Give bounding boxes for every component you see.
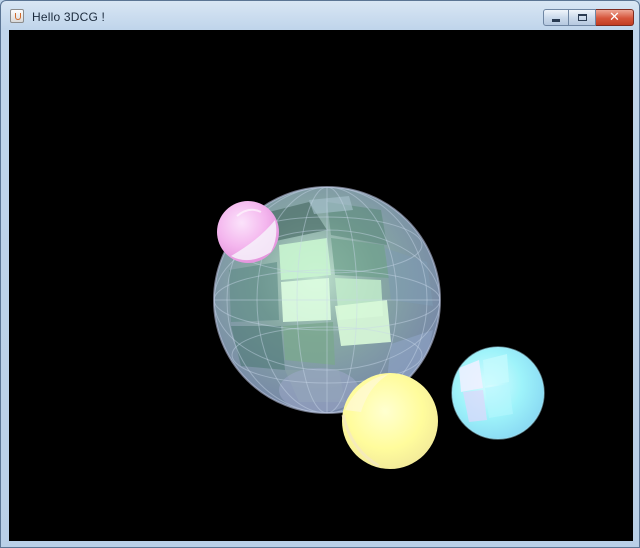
cyan-sphere <box>451 346 545 440</box>
close-button[interactable]: ✕ <box>596 9 634 26</box>
minimize-button[interactable] <box>543 9 569 26</box>
yellow-sphere <box>341 373 438 469</box>
close-icon: ✕ <box>609 10 620 25</box>
minimize-icon <box>552 18 560 22</box>
window-title: Hello 3DCG ! <box>32 10 106 24</box>
maximize-icon <box>577 14 587 21</box>
maximize-button[interactable] <box>569 9 596 26</box>
scene-svg <box>213 186 545 469</box>
title-bar[interactable]: Hello 3DCG ! ✕ <box>1 1 639 31</box>
java-cup-icon[interactable] <box>10 9 24 23</box>
3d-canvas[interactable] <box>9 30 633 541</box>
app-window: Hello 3DCG ! ✕ <box>0 0 640 548</box>
pink-sphere <box>217 201 279 263</box>
